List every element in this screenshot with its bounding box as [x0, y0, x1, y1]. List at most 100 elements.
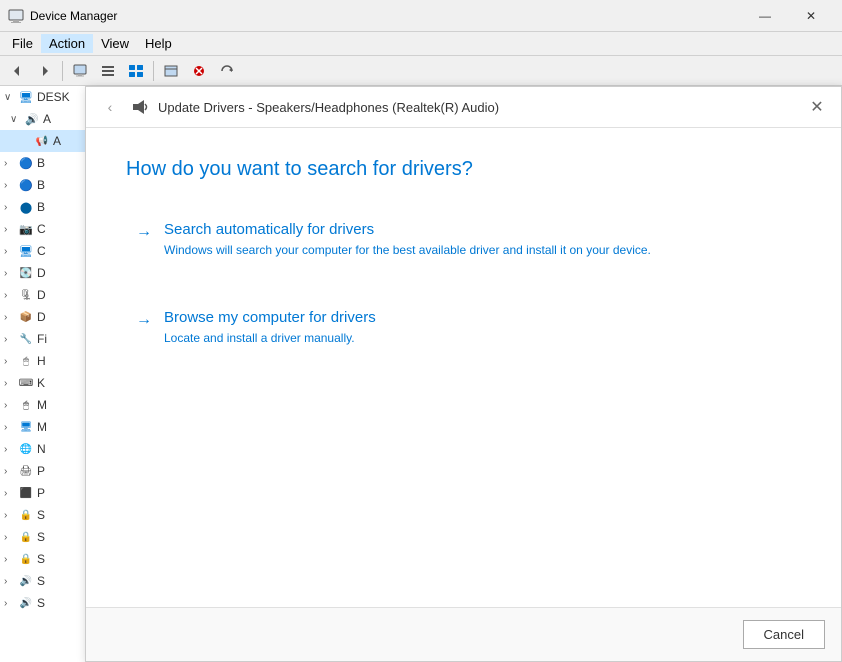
- dialog-title-icon: [130, 97, 150, 117]
- expand-icon: ›: [4, 334, 18, 345]
- bluetooth-icon: 🔵: [18, 155, 34, 171]
- toolbar-cancel[interactable]: [186, 59, 212, 83]
- tree-item-d1[interactable]: › 💽 D: [0, 262, 89, 284]
- app-icon: [8, 8, 24, 24]
- storage-icon: 🔊: [18, 595, 34, 611]
- manual-search-desc: Locate and install a driver manually.: [164, 330, 376, 347]
- drive-icon: 🗜: [18, 287, 34, 303]
- tree-item-d2[interactable]: › 🗜 D: [0, 284, 89, 306]
- toolbar-refresh[interactable]: [214, 59, 240, 83]
- tree-item-s5[interactable]: › 🔊 S: [0, 592, 89, 614]
- tree-item-p2[interactable]: › ⬛ P: [0, 482, 89, 504]
- tree-item-h[interactable]: › 🖱 H: [0, 350, 89, 372]
- manual-search-content: Browse my computer for drivers Locate an…: [164, 309, 376, 347]
- cancel-button[interactable]: Cancel: [743, 620, 825, 649]
- toolbar-list[interactable]: [95, 59, 121, 83]
- expand-icon: ›: [4, 598, 18, 609]
- expand-icon: ›: [4, 576, 18, 587]
- sensors-icon: 🔒: [18, 529, 34, 545]
- mice-icon: 🖱: [18, 397, 34, 413]
- expand-icon: ›: [4, 246, 18, 257]
- close-button[interactable]: ✕: [788, 0, 834, 32]
- dialog-title-text: Update Drivers - Speakers/Headphones (Re…: [158, 100, 499, 115]
- tree-item-s4[interactable]: › 🔊 S: [0, 570, 89, 592]
- security-icon: 🔒: [18, 507, 34, 523]
- tree-item-d3[interactable]: › 📦 D: [0, 306, 89, 328]
- window-controls: — ✕: [742, 0, 834, 32]
- tree-item-m1[interactable]: › 🖱 M: [0, 394, 89, 416]
- expand-icon: ›: [4, 444, 18, 455]
- printer-icon: 🖨: [18, 463, 34, 479]
- expand-icon: ›: [4, 554, 18, 565]
- bio-icon: ⬤: [18, 199, 34, 215]
- toolbar-forward[interactable]: [32, 59, 58, 83]
- dialog-body: How do you want to search for drivers? →…: [86, 128, 841, 607]
- window-title: Device Manager: [30, 9, 742, 23]
- camera-icon: 📷: [18, 221, 34, 237]
- display-icon: 🖥: [18, 243, 34, 259]
- auto-search-title: Search automatically for drivers: [164, 221, 651, 238]
- expand-icon: ›: [4, 510, 18, 521]
- menu-action[interactable]: Action: [41, 34, 93, 53]
- expand-icon: ›: [4, 202, 18, 213]
- dialog-back-button[interactable]: ‹: [98, 95, 122, 119]
- tree-audio-parent[interactable]: ∨ 🔊 A: [0, 108, 89, 130]
- computer-icon: 🖥: [18, 89, 34, 105]
- minimize-button[interactable]: —: [742, 0, 788, 32]
- menu-bar: File Action View Help: [0, 32, 842, 56]
- toolbar-icon-view[interactable]: [123, 59, 149, 83]
- dialog-close-button[interactable]: ✕: [805, 95, 829, 119]
- tree-item-s2[interactable]: › 🔒 S: [0, 526, 89, 548]
- dialog-footer: Cancel: [86, 607, 841, 661]
- main-area: ∨ 🖥 DESK ∨ 🔊 A 📢 A › 🔵 B › 🔵 B › ⬤: [0, 86, 842, 662]
- expand-icon: ›: [4, 312, 18, 323]
- toolbar: [0, 56, 842, 86]
- auto-search-option[interactable]: → Search automatically for drivers Windo…: [126, 211, 801, 269]
- dialog-title-bar: ‹ Update Drivers - Speakers/Headphones (…: [86, 87, 841, 128]
- tree-item-s3[interactable]: › 🔒 S: [0, 548, 89, 570]
- tree-item-fi[interactable]: › 🔧 Fi: [0, 328, 89, 350]
- expand-icon: ›: [4, 400, 18, 411]
- tree-item-k[interactable]: › ⌨ K: [0, 372, 89, 394]
- tree-root[interactable]: ∨ 🖥 DESK: [0, 86, 89, 108]
- processor-icon: ⬛: [18, 485, 34, 501]
- disk-icon: 💽: [18, 265, 34, 281]
- auto-search-desc: Windows will search your computer for th…: [164, 242, 651, 259]
- software-icon: 🔒: [18, 551, 34, 567]
- tree-device-label: A: [53, 134, 61, 148]
- tree-root-label: DESK: [37, 90, 70, 104]
- network-icon: 🌐: [18, 441, 34, 457]
- sound-icon: 🔊: [18, 573, 34, 589]
- audio-icon: 🔊: [24, 111, 40, 127]
- auto-arrow-icon: →: [136, 223, 152, 241]
- tree-item-b2[interactable]: › 🔵 B: [0, 174, 89, 196]
- expand-icon: ›: [4, 158, 18, 169]
- menu-view[interactable]: View: [93, 34, 137, 53]
- expand-icon: ›: [4, 356, 18, 367]
- tree-audio-label: A: [43, 112, 51, 126]
- tree-item-n[interactable]: › 🌐 N: [0, 438, 89, 460]
- expand-icon: ›: [4, 268, 18, 279]
- tree-item-s1[interactable]: › 🔒 S: [0, 504, 89, 526]
- toolbar-settings[interactable]: [158, 59, 184, 83]
- tree-item-c2[interactable]: › 🖥 C: [0, 240, 89, 262]
- hid-icon: 🖱: [18, 353, 34, 369]
- expand-icon: ∨: [4, 92, 18, 103]
- toolbar-back[interactable]: [4, 59, 30, 83]
- firmware-icon: 🔧: [18, 331, 34, 347]
- tree-item-p1[interactable]: › 🖨 P: [0, 460, 89, 482]
- tree-item-m2[interactable]: › 🖥 M: [0, 416, 89, 438]
- expand-icon: ›: [4, 378, 18, 389]
- manual-search-option[interactable]: → Browse my computer for drivers Locate …: [126, 299, 801, 357]
- toolbar-computers[interactable]: [67, 59, 93, 83]
- tree-item-c1[interactable]: › 📷 C: [0, 218, 89, 240]
- device-tree: ∨ 🖥 DESK ∨ 🔊 A 📢 A › 🔵 B › 🔵 B › ⬤: [0, 86, 90, 662]
- tree-item-b3[interactable]: › ⬤ B: [0, 196, 89, 218]
- expand-icon: ›: [4, 290, 18, 301]
- menu-help[interactable]: Help: [137, 34, 180, 53]
- update-drivers-dialog: ‹ Update Drivers - Speakers/Headphones (…: [85, 86, 842, 662]
- auto-search-content: Search automatically for drivers Windows…: [164, 221, 651, 259]
- tree-item-b1[interactable]: › 🔵 B: [0, 152, 89, 174]
- tree-audio-device[interactable]: 📢 A: [0, 130, 89, 152]
- menu-file[interactable]: File: [4, 34, 41, 53]
